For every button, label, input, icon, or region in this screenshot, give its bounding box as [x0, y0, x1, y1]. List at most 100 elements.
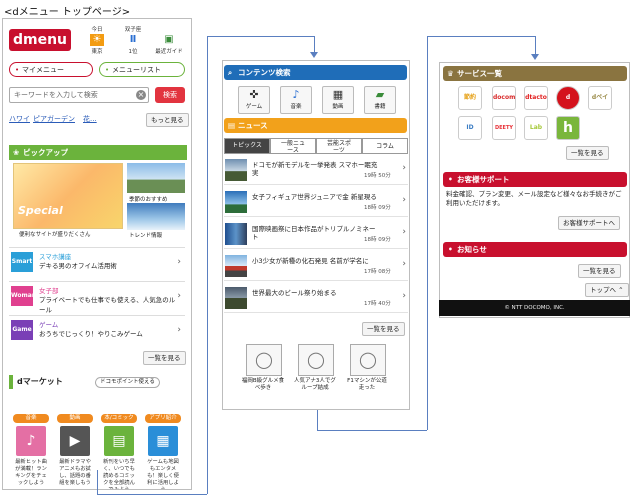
magnifier-icon: ⌕	[228, 68, 233, 77]
menu-list-button[interactable]: • メニューリスト	[99, 62, 185, 77]
news-more-button[interactable]: 一覧を見る	[362, 322, 405, 336]
tab-general-news[interactable]: 一般ニュース	[270, 138, 316, 154]
support-link-button[interactable]: お客様サポートへ	[558, 216, 620, 230]
my-menu-button[interactable]: • マイメニュー	[9, 62, 93, 77]
keyword-search-input[interactable]: キーワードを入力して検索	[9, 87, 149, 103]
video-clapper-icon: ▶	[60, 426, 90, 456]
pickup-row-game[interactable]: Game ゲーム おうちでじっくり！やりこみゲーム ›	[9, 315, 185, 346]
tab-column[interactable]: コラム	[362, 138, 408, 154]
footer-copyright: © NTT DOCOMO, INC.	[439, 300, 630, 316]
dmenu-logo[interactable]: dmenu	[9, 29, 71, 51]
back-to-top-label: トップへ	[590, 286, 616, 294]
flow-connector	[317, 410, 318, 430]
keyword-link[interactable]: 花...	[83, 114, 97, 124]
game-tag: Game	[11, 320, 33, 340]
gamepad-icon: ✜	[249, 88, 259, 101]
service-more-button[interactable]: 一覧を見る	[566, 146, 609, 160]
dmarket-tile-apps[interactable]: アプリ紹介 ▦ ゲームも地図もエンタメも！楽しく便利に活用しよう	[145, 414, 181, 489]
smart-tag: Smart	[11, 252, 33, 272]
support-description: 料金確認、プラン変更、メール設定など様々なお手続きがご利用いただけます。	[446, 190, 622, 207]
camera-icon[interactable]: ◯	[246, 344, 282, 376]
keywords-more-button[interactable]: もっと見る	[146, 113, 189, 127]
category-game[interactable]: ✜ ゲーム	[238, 86, 270, 114]
music-note-icon: ♪	[16, 426, 46, 456]
flow-arrow-icon	[531, 54, 539, 60]
flow-connector	[535, 36, 536, 54]
recent-guide-label: 最近ガイド	[155, 49, 183, 55]
news-item[interactable]: 女子フィギュア世界ジュニアで金 新星現る 18時 09分 ›	[224, 188, 408, 217]
my-menu-bullet-icon: •	[15, 66, 20, 74]
photo-caption: 人気アナ3人でグループ結成	[294, 378, 336, 391]
tile-caption: 最新ヒット曲が満載！ランキングをチェックしよう	[15, 459, 47, 486]
id-icon[interactable]: ID	[458, 116, 482, 140]
doctor-icon[interactable]: dtacto	[524, 86, 548, 110]
woman-tag: Woman	[11, 286, 36, 306]
horoscope-widget[interactable]: 双子座 Ⅱ 1位	[119, 25, 147, 57]
notice-header: • お知らせ	[443, 242, 627, 257]
pickup-special-banner[interactable]: Special	[13, 163, 123, 229]
horoscope-sign: 双子座	[124, 27, 142, 33]
tab-topics[interactable]: トピックス	[224, 138, 270, 154]
category-label: 動画	[332, 104, 344, 110]
weather-widget[interactable]: 今日 ☀ 東京	[83, 25, 111, 57]
deety-icon[interactable]: DEETY	[492, 116, 516, 140]
news-more-label: 一覧を見る	[367, 325, 400, 333]
keyword-link[interactable]: ハワイ	[9, 114, 30, 124]
pickup-more-label: 一覧を見る	[148, 354, 181, 362]
chevron-right-icon: ›	[402, 259, 406, 269]
content-search-title: コンテンツ検索	[238, 68, 291, 77]
flow-connector	[427, 36, 428, 430]
hikari-icon[interactable]: h	[556, 116, 580, 140]
tab-entertainment-sports[interactable]: 芸能スポーツ	[316, 138, 362, 154]
news-item[interactable]: 世界最大のビール祭り始まる 17時 40分 ›	[224, 284, 408, 313]
tile-category: 本/コミック	[101, 414, 137, 423]
camera-icon[interactable]: ◯	[350, 344, 386, 376]
search-button[interactable]: 検索	[155, 87, 185, 103]
flow-connector	[207, 36, 208, 494]
camera-icon[interactable]: ◯	[298, 344, 334, 376]
dmarket-tile-book[interactable]: 本/コミック ▤ 新刊をいち早く、いつでも読めるコミックを全部読んでみよう	[101, 414, 137, 489]
support-title: お客様サポート	[457, 175, 510, 184]
recent-guide-widget[interactable]: ▣ 最近ガイド	[155, 25, 183, 57]
news-title: 世界最大のビール祭り始まる	[252, 289, 337, 297]
flow-connector	[97, 494, 207, 495]
category-video[interactable]: ▦ 動画	[322, 86, 354, 114]
pickup-row-woman[interactable]: Woman 女子部 プライベートでも仕事でも使える、人気急のルール ›	[9, 281, 185, 314]
special-banner-text: Special	[18, 204, 63, 217]
tab-label: 芸能スポーツ	[326, 140, 351, 154]
page-caption: <dメニュー トップページ>	[4, 7, 131, 18]
tile-caption: 新刊をいち早く、いつでも読めるコミックを全部読んでみよう	[103, 459, 135, 490]
category-music[interactable]: ♪ 音楽	[280, 86, 312, 114]
top-page-screen: dmenu 今日 ☀ 東京 双子座 Ⅱ 1位 ▣ 最近ガイド • マイメニュー …	[2, 18, 192, 490]
chevron-right-icon: ›	[402, 291, 406, 301]
auction-icon[interactable]: d	[556, 86, 580, 110]
pickup-more-button[interactable]: 一覧を見る	[143, 351, 186, 365]
keyword-link[interactable]: ピアガーデン	[33, 114, 75, 124]
dmarket-tile-video[interactable]: 動画 ▶ 最新ドラマやアニメもお試し、話題の番組を楽しもう	[57, 414, 93, 486]
smart-life-icon[interactable]: docomo	[492, 86, 516, 110]
tile-category: 音楽	[13, 414, 49, 423]
news-item[interactable]: ドコモが新モデルを一挙発表 スマホー眠充実 19時 50分 ›	[224, 156, 408, 185]
back-to-top-button[interactable]: トップへ ⌃	[585, 283, 629, 297]
bookstore-icon[interactable]: 節約	[458, 86, 482, 110]
dpay-icon[interactable]: dペイ	[588, 86, 612, 110]
trend-thumbnail[interactable]	[127, 203, 185, 230]
service-list-title: サービス一覧	[457, 69, 502, 78]
chevron-right-icon: ›	[177, 291, 181, 301]
news-item[interactable]: 小3少女が新種の化石発見 名前が学名に 17時 08分 ›	[224, 252, 408, 281]
music-note-icon: ♪	[292, 88, 300, 101]
support-bullet-icon: •	[448, 175, 453, 184]
tile-caption: ゲームも地図もエンタメも！楽しく便利に活用しよう	[147, 459, 179, 490]
dmarket-tile-music[interactable]: 音楽 ♪ 最新ヒット曲が満載！ランキングをチェックしよう	[13, 414, 49, 486]
notice-more-button[interactable]: 一覧を見る	[578, 264, 621, 278]
tab-label: トピックス	[232, 142, 262, 149]
pickup-row-smart[interactable]: Smart スマホ講座 デキる男のオフイム活用術 ›	[9, 247, 185, 278]
season-thumbnail[interactable]	[127, 163, 185, 193]
pickup-leaf-icon: ❀	[13, 148, 20, 157]
tile-category: 動画	[57, 414, 93, 423]
news-item[interactable]: 国際映画祭に日本作品がトリプルノミネート 18時 09分 ›	[224, 220, 408, 249]
dmarket-header: dマーケット	[9, 375, 101, 389]
category-books[interactable]: ▰ 書籍	[364, 86, 396, 114]
clear-icon[interactable]: ×	[136, 90, 146, 100]
lab-icon[interactable]: Lab	[524, 116, 548, 140]
